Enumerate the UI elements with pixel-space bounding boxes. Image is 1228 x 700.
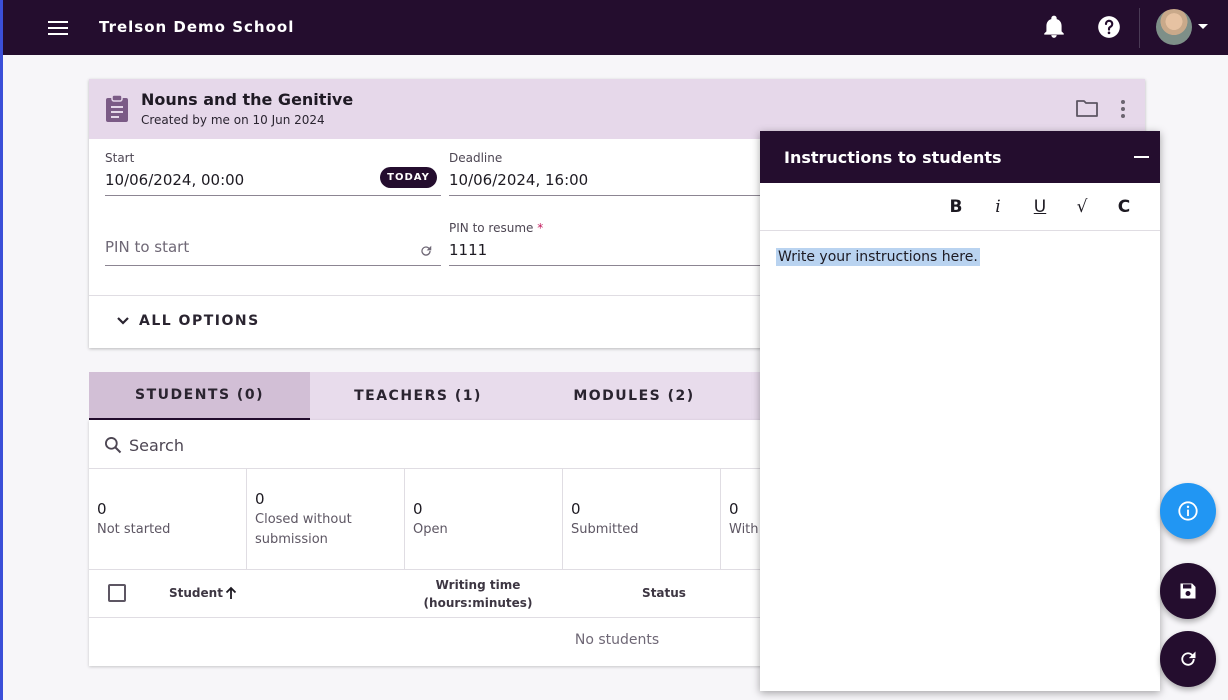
assignment-header: Nouns and the Genitive Created by me on …: [89, 79, 1145, 139]
stat-label: Submitted: [571, 522, 639, 537]
deadline-value: 10/06/2024, 16:00: [449, 171, 589, 189]
search-icon: [103, 435, 123, 455]
menu-icon[interactable]: [44, 14, 72, 42]
stat-not-started[interactable]: 0 Not started: [89, 468, 247, 569]
help-icon[interactable]: [1096, 14, 1122, 40]
column-student[interactable]: Student: [169, 584, 237, 602]
instructions-text: Write your instructions here.: [776, 248, 980, 266]
info-fab[interactable]: [1160, 483, 1216, 539]
stat-count: 0: [97, 500, 107, 518]
italic-button[interactable]: i: [986, 197, 1010, 219]
instructions-editor[interactable]: Write your instructions here.: [776, 248, 980, 266]
toolbar-divider: [1139, 8, 1140, 48]
today-button[interactable]: TODAY: [380, 167, 437, 188]
top-app-bar: Trelson Demo School: [0, 0, 1228, 55]
start-label: Start: [105, 151, 135, 165]
instructions-panel: Instructions to students B i U √ C Write…: [760, 131, 1160, 691]
tab-teachers[interactable]: TEACHERS (1): [310, 372, 526, 420]
minimize-icon[interactable]: [1134, 156, 1149, 158]
tab-students[interactable]: STUDENTS (0): [89, 372, 310, 420]
chevron-down-icon[interactable]: [1198, 24, 1208, 29]
math-formula-button[interactable]: √: [1070, 197, 1094, 219]
reload-fab[interactable]: [1160, 631, 1216, 687]
avatar[interactable]: [1156, 9, 1192, 45]
stat-label: With: [729, 522, 759, 537]
pin-start-field[interactable]: PIN to start: [105, 221, 441, 266]
assignment-title: Nouns and the Genitive: [141, 90, 354, 109]
stat-closed[interactable]: 0 Closed without submission: [247, 468, 405, 569]
stat-count: 0: [729, 500, 739, 518]
save-fab[interactable]: [1160, 563, 1216, 619]
clipboard-icon: [105, 94, 129, 122]
pin-resume-field[interactable]: PIN to resume * 1111: [449, 221, 769, 266]
stat-count: 0: [571, 500, 581, 518]
app-title: Trelson Demo School: [99, 18, 295, 36]
search-input[interactable]: [129, 432, 629, 458]
stat-label: Open: [413, 522, 448, 537]
folder-icon[interactable]: [1076, 99, 1098, 117]
tab-modules[interactable]: MODULES (2): [526, 372, 742, 420]
stat-label: Closed without submission: [255, 512, 352, 547]
stat-count: 0: [255, 490, 265, 508]
editor-toolbar: B i U √ C: [760, 183, 1160, 231]
all-options-label: ALL OPTIONS: [139, 313, 260, 329]
reload-icon: [1181, 651, 1196, 666]
deadline-label: Deadline: [449, 151, 503, 165]
clear-formatting-button[interactable]: C: [1112, 197, 1136, 219]
pin-start-placeholder: PIN to start: [105, 238, 190, 256]
start-value: 10/06/2024, 00:00: [105, 171, 245, 189]
window-edge: [0, 0, 3, 700]
stat-label: Not started: [97, 522, 171, 537]
refresh-pin-icon[interactable]: [419, 243, 433, 257]
stat-count: 0: [413, 500, 423, 518]
pin-resume-label: PIN to resume *: [449, 221, 544, 235]
instructions-title: Instructions to students: [784, 148, 1002, 167]
stat-open[interactable]: 0 Open: [405, 468, 563, 569]
underline-button[interactable]: U: [1028, 197, 1052, 219]
column-writing-time[interactable]: Writing time (hours:minutes): [413, 576, 543, 612]
stat-submitted[interactable]: 0 Submitted: [563, 468, 721, 569]
info-icon: [1178, 501, 1198, 521]
bold-button[interactable]: B: [944, 197, 968, 219]
arrow-up-icon: [225, 586, 237, 599]
more-vert-icon[interactable]: [1117, 98, 1129, 120]
assignment-subtitle: Created by me on 10 Jun 2024: [141, 113, 325, 127]
column-student-label: Student: [169, 586, 223, 600]
deadline-field[interactable]: Deadline 10/06/2024, 16:00: [449, 151, 769, 196]
instructions-header: Instructions to students: [760, 131, 1160, 183]
all-options-toggle[interactable]: ALL OPTIONS: [117, 313, 260, 329]
chevron-down-icon: [117, 317, 129, 325]
select-all-checkbox[interactable]: [108, 584, 126, 602]
pin-resume-value: 1111: [449, 241, 488, 259]
save-icon: [1180, 583, 1196, 599]
column-status[interactable]: Status: [629, 584, 699, 602]
bell-icon[interactable]: [1041, 14, 1067, 40]
